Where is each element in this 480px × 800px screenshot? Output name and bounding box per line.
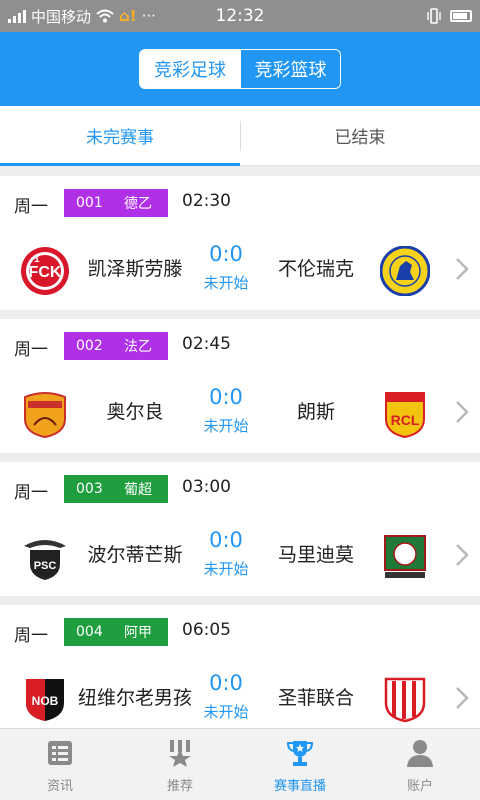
segment-football[interactable]: 竞彩足球: [140, 50, 240, 88]
kickoff-time: 02:30: [182, 191, 231, 211]
nav-recommend[interactable]: 推荐: [120, 729, 240, 800]
svg-text:FCK: FCK: [29, 264, 62, 281]
trophy-icon: [286, 741, 314, 766]
league-name: 阿甲: [124, 625, 152, 641]
kaiserslautern-logo: FCK 1: [21, 247, 69, 295]
match-card[interactable]: 周一 001 德乙 02:30 FCK 1 凯泽斯劳滕 0:0 未开始 不伦瑞克: [0, 176, 480, 310]
nav-news[interactable]: 资讯: [0, 729, 120, 800]
home-team-line-1: 波尔蒂芒: [87, 544, 164, 566]
match-score: 0:0: [209, 242, 243, 266]
match-status: 未开始: [203, 417, 249, 435]
home-team-line-2: 男孩: [154, 687, 193, 709]
match-body: PSC 波尔蒂芒斯 0:0 未开始 马里迪莫: [0, 514, 480, 596]
home-team-name: 纽维尔老 男孩: [76, 657, 194, 728]
svg-text:PSC: PSC: [34, 560, 57, 572]
app-header: 竞彩足球 竞彩篮球: [0, 32, 480, 106]
league-badge: 003 葡超: [64, 475, 168, 503]
svg-text:NOB: NOB: [32, 694, 59, 708]
match-number: 001: [76, 195, 103, 211]
league-name: 法乙: [124, 339, 152, 355]
match-number: 004: [76, 624, 103, 640]
match-body: 奥尔良 0:0 未开始 朗斯 RCL: [0, 371, 480, 453]
match-day: 周一: [14, 340, 48, 360]
kickoff-time: 02:45: [182, 334, 231, 354]
nav-label: 赛事直播: [273, 779, 326, 794]
chevron-right-icon[interactable]: [452, 399, 472, 425]
league-name: 葡超: [124, 482, 152, 498]
nav-account[interactable]: 账户: [360, 729, 480, 800]
portimonense-logo: PSC: [24, 540, 66, 580]
nav-label: 账户: [406, 779, 433, 794]
nav-label: 推荐: [166, 779, 193, 794]
nav-label: 资讯: [46, 779, 73, 794]
recommend-icon: [169, 740, 191, 767]
away-team-name: 马里迪莫: [277, 544, 354, 566]
tab-finished[interactable]: 已结束: [240, 106, 480, 165]
segment-basketball[interactable]: 竞彩篮球: [240, 50, 340, 88]
home-team-name: 波尔蒂芒斯: [76, 514, 194, 596]
match-day: 周一: [14, 626, 48, 646]
match-status: 未开始: [203, 703, 249, 721]
match-list: 周一 001 德乙 02:30 FCK 1 凯泽斯劳滕 0:0 未开始 不伦瑞克: [0, 166, 480, 728]
kickoff-time: 06:05: [182, 620, 231, 640]
news-icon: [48, 741, 72, 765]
svg-text:1: 1: [34, 254, 40, 265]
match-card[interactable]: 周一 002 法乙 02:45 奥尔良 0:0 未开始 朗斯 RCL: [0, 319, 480, 453]
match-card[interactable]: 周一 003 葡超 03:00 PSC 波尔蒂芒斯 0:0 未开始 马里迪莫: [0, 462, 480, 596]
match-header: 周一 003 葡超 03:00: [0, 462, 480, 514]
league-name: 德乙: [124, 196, 152, 212]
maritimo-logo: [384, 535, 426, 578]
away-team-name: 朗斯: [296, 401, 335, 423]
match-header: 周一 001 德乙 02:30: [0, 176, 480, 228]
status-bar: 中国移动 ⌂! ··· 12:32: [0, 0, 480, 32]
union-santa-fe-logo: [384, 677, 426, 723]
away-team-name: 圣菲联合: [277, 687, 354, 709]
vibrate-icon: [427, 8, 441, 24]
home-team-line-2: 滕: [163, 258, 183, 280]
match-body: FCK 1 凯泽斯劳滕 0:0 未开始 不伦瑞克: [0, 228, 480, 310]
match-score: 0:0: [209, 385, 243, 409]
match-header: 周一 004 阿甲 06:05: [0, 605, 480, 657]
home-team-name: 奥尔良: [106, 401, 164, 423]
lens-logo: RCL: [385, 392, 425, 439]
match-status: 未开始: [203, 560, 249, 578]
braunschweig-logo: [380, 246, 430, 296]
clock: 12:32: [215, 6, 265, 26]
battery-icon: [450, 10, 472, 22]
tab-unfinished[interactable]: 未完赛事: [0, 106, 240, 166]
league-badge: 004 阿甲: [64, 618, 168, 646]
svg-text:RCL: RCL: [391, 412, 420, 428]
away-team-name: 不伦瑞克: [277, 258, 354, 280]
home-team-name: 凯泽斯劳滕: [76, 228, 194, 310]
league-badge: 001 德乙: [64, 189, 168, 217]
kickoff-time: 03:00: [182, 477, 231, 497]
status-right: [426, 0, 472, 32]
match-day: 周一: [14, 197, 48, 217]
newells-logo: NOB: [26, 679, 64, 721]
match-header: 周一 002 法乙 02:45: [0, 319, 480, 371]
home-team-line-2: 斯: [163, 544, 183, 566]
match-score: 0:0: [209, 671, 243, 695]
sport-segment-control: 竞彩足球 竞彩篮球: [139, 49, 341, 89]
bottom-navigation: 资讯 推荐 赛事直播 账户: [0, 728, 480, 800]
match-card[interactable]: 周一 004 阿甲 06:05 NOB 纽维尔老 男孩 0:0 未开始 圣菲联合: [0, 605, 480, 728]
tab-divider: [240, 121, 241, 151]
match-number: 003: [76, 481, 103, 497]
match-day: 周一: [14, 483, 48, 503]
orleans-logo: [24, 392, 66, 439]
nav-live[interactable]: 赛事直播: [240, 729, 360, 800]
match-body: NOB 纽维尔老 男孩 0:0 未开始 圣菲联合: [0, 657, 480, 728]
chevron-right-icon[interactable]: [452, 542, 472, 568]
account-icon: [407, 740, 433, 767]
match-status: 未开始: [203, 274, 249, 292]
match-number: 002: [76, 338, 103, 354]
home-team-line-1: 纽维尔老: [77, 687, 154, 709]
league-badge: 002 法乙: [64, 332, 168, 360]
home-team-line-1: 凯泽斯劳: [87, 258, 164, 280]
match-score: 0:0: [209, 528, 243, 552]
chevron-right-icon[interactable]: [452, 256, 472, 282]
chevron-right-icon[interactable]: [452, 685, 472, 711]
